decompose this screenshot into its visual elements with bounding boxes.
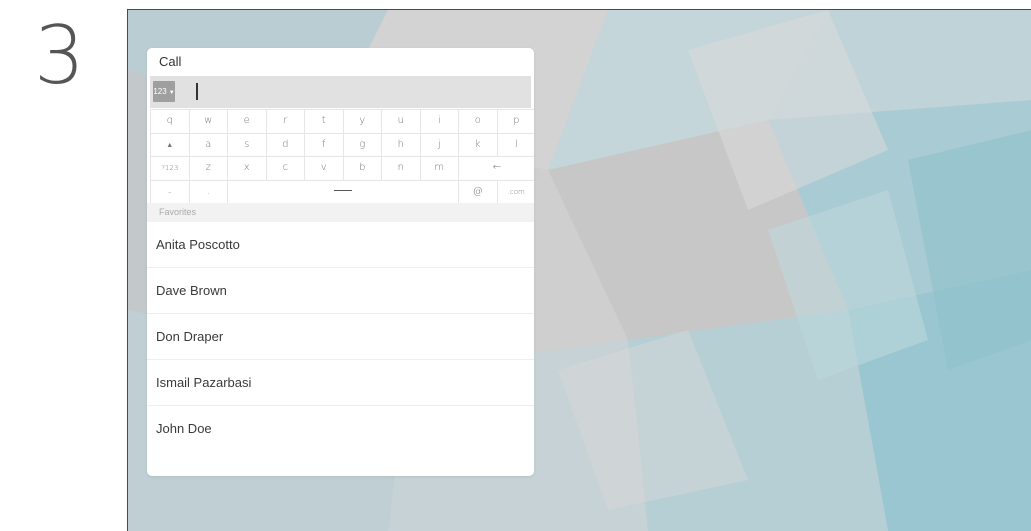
key-e[interactable]: e [228,110,266,133]
key-d[interactable]: d [266,133,304,156]
key-period[interactable]: . [189,180,227,203]
call-panel: Call 123 ▼ q w e r t y u i o p ▲ a s d f … [147,48,534,476]
key-z[interactable]: z [189,157,227,180]
space-key[interactable] [228,180,458,203]
favorites-header: Favorites [147,203,534,222]
key-t[interactable]: t [305,110,343,133]
key-u[interactable]: u [382,110,420,133]
key-w[interactable]: w [189,110,227,133]
key-l[interactable]: l [497,133,534,156]
key-a[interactable]: a [189,133,227,156]
key-f[interactable]: f [305,133,343,156]
favorites-list: Anita Poscotto Dave Brown Don Draper Ism… [147,222,534,451]
key-y[interactable]: y [343,110,381,133]
shift-key-icon[interactable]: ▲ [151,133,189,156]
backspace-icon[interactable]: ← [459,157,534,180]
contact-item[interactable]: Dave Brown [147,268,534,314]
key-m[interactable]: m [420,157,458,180]
key-b[interactable]: b [343,157,381,180]
device-screen: Call 123 ▼ q w e r t y u i o p ▲ a s d f … [127,9,1031,531]
contact-item[interactable]: Anita Poscotto [147,222,534,268]
key-g[interactable]: g [343,133,381,156]
space-bar-icon [334,190,352,191]
step-number: 3 [34,9,85,102]
key-i[interactable]: i [420,110,458,133]
on-screen-keyboard: q w e r t y u i o p ▲ a s d f g h j k l … [150,109,534,203]
key-s[interactable]: s [228,133,266,156]
contact-item[interactable]: John Doe [147,406,534,451]
key-dotcom[interactable]: .com [497,180,534,203]
key-n[interactable]: n [382,157,420,180]
key-h[interactable]: h [382,133,420,156]
key-x[interactable]: x [228,157,266,180]
key-at[interactable]: @ [459,180,497,203]
key-r[interactable]: r [266,110,304,133]
key-q[interactable]: q [151,110,189,133]
chevron-down-icon: ▼ [168,90,175,96]
key-j[interactable]: j [420,133,458,156]
call-title: Call [159,54,182,69]
contact-item[interactable]: Ismail Pazarbasi [147,360,534,406]
input-mode-label: 123 [153,87,167,96]
key-symbols[interactable]: ?123 [151,157,189,180]
key-p[interactable]: p [497,110,534,133]
input-mode-selector[interactable]: 123 ▼ [153,81,175,102]
key-o[interactable]: o [459,110,497,133]
key-c[interactable]: c [266,157,304,180]
text-cursor [196,83,198,100]
key-k[interactable]: k [459,133,497,156]
key-v[interactable]: v [305,157,343,180]
key-dash[interactable]: – [151,180,189,203]
contact-item[interactable]: Don Draper [147,314,534,360]
dial-input[interactable]: 123 ▼ [150,76,531,108]
